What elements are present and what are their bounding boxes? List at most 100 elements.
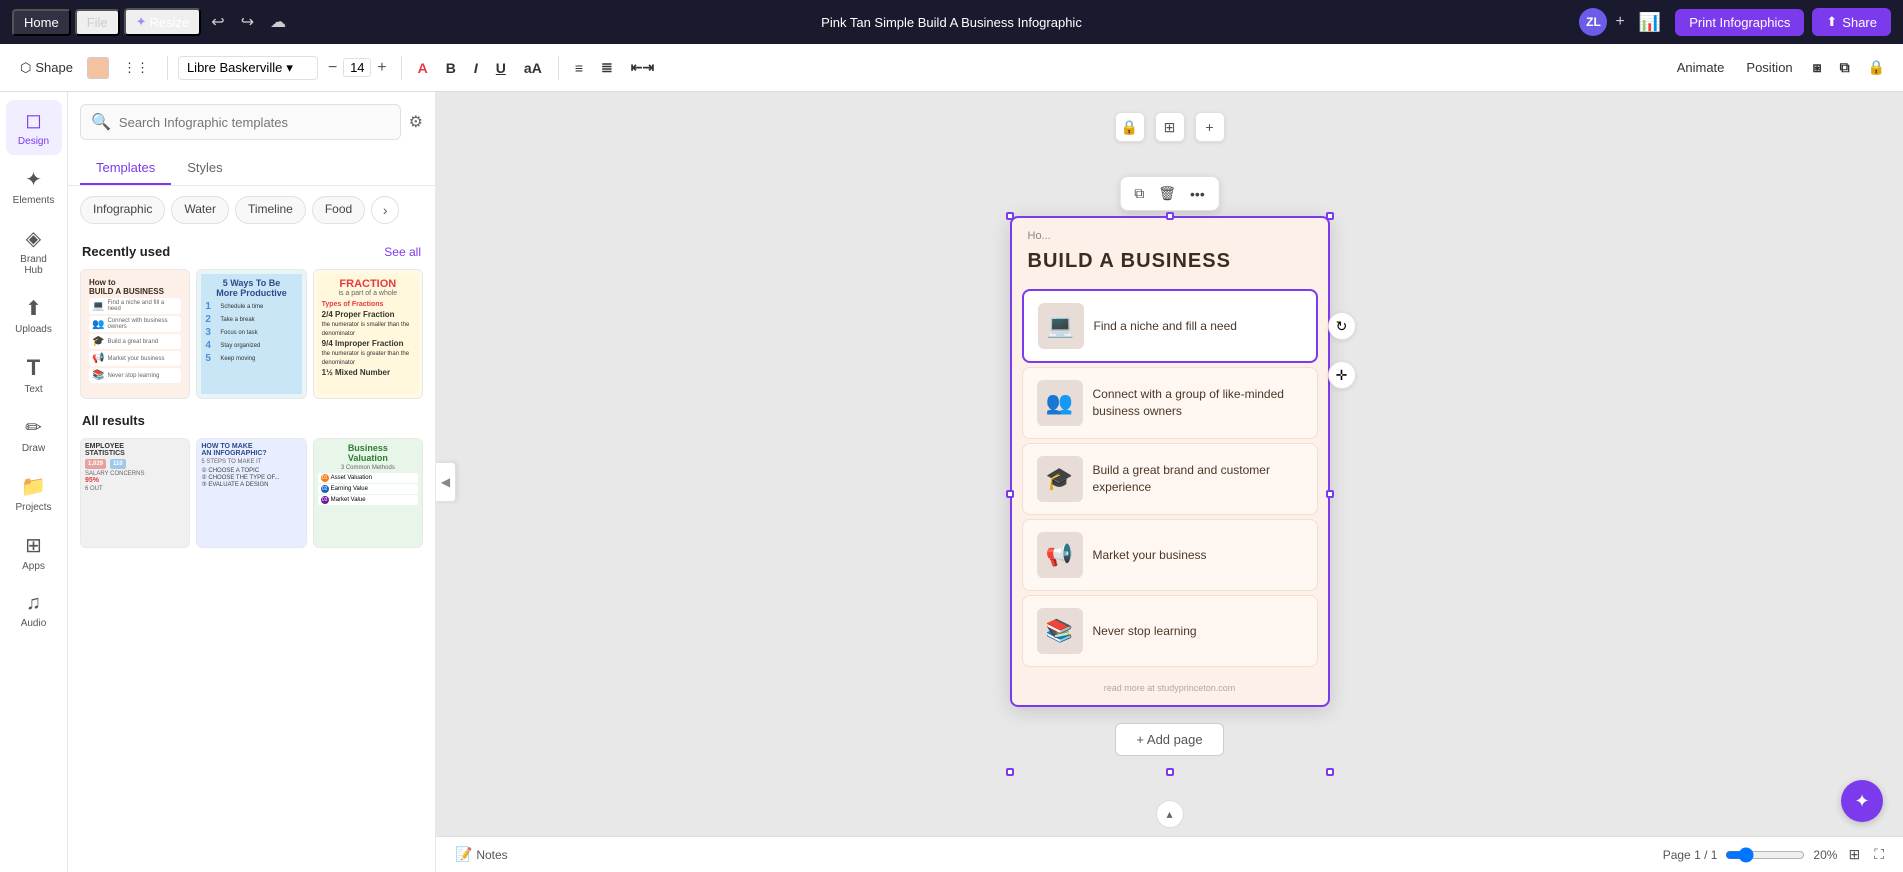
template-card-3[interactable]: FRACTION is a part of a whole Types of F…	[313, 269, 423, 399]
template-card-1[interactable]: How toBUILD A BUSINESS 💻Find a niche and…	[80, 269, 190, 399]
list-button[interactable]: ≣	[595, 56, 619, 79]
search-input[interactable]	[119, 115, 390, 130]
step-item-3[interactable]: 🎓 Build a great brand and customer exper…	[1022, 443, 1318, 515]
font-size-decrease[interactable]: −	[324, 59, 341, 77]
position-button[interactable]: Position	[1738, 55, 1800, 80]
underline-button[interactable]: U	[490, 57, 512, 79]
chip-timeline[interactable]: Timeline	[235, 196, 306, 224]
fullscreen-button[interactable]: ⛶	[1871, 843, 1887, 866]
step-item-4[interactable]: 📢 Market your business	[1022, 519, 1318, 591]
shape-button[interactable]: ⬡ Shape	[12, 55, 81, 81]
zoom-level: 20%	[1813, 848, 1837, 862]
canvas-controls-top: 🔒 ⊞ +	[1115, 112, 1225, 142]
handle-top-right[interactable]	[1326, 212, 1334, 220]
add-page-button[interactable]: + Add page	[1115, 723, 1223, 756]
font-size-increase[interactable]: +	[373, 59, 390, 77]
sidebar-item-elements[interactable]: ✦ Elements	[6, 159, 62, 214]
help-assistant-button[interactable]: ✦	[1841, 780, 1883, 822]
bottom-bar: 📝 Notes Page 1 / 1 20% ⊞ ⛶	[436, 836, 1903, 872]
sidebar-item-text[interactable]: T Text	[6, 347, 62, 403]
toolbar-right: Animate Position ⧆ ⧉ 🔒	[1669, 55, 1891, 80]
fill-color-swatch[interactable]	[87, 57, 109, 79]
handle-top-left[interactable]	[1006, 212, 1014, 220]
step-2-text: Connect with a group of like-minded busi…	[1093, 386, 1303, 420]
sidebar-item-brand-hub[interactable]: ◈ Brand Hub	[6, 218, 62, 284]
text-color-button[interactable]: A	[412, 57, 434, 79]
chips-scroll-right[interactable]: ›	[371, 196, 399, 224]
handle-mid-left[interactable]	[1006, 490, 1014, 498]
text-spacing-button[interactable]: ⇤⇥	[625, 56, 660, 79]
separator-1	[167, 56, 168, 80]
step-item-5[interactable]: 📚 Never stop learning	[1022, 595, 1318, 667]
canvas-area: ◀ 🔒 ⊞ + ⧉ 🗑 •••	[436, 92, 1903, 872]
resize-handle-button[interactable]: ⧉	[1834, 56, 1856, 79]
step-1-text: Find a niche and fill a need	[1094, 318, 1237, 335]
step-item-1[interactable]: 💻 Find a niche and fill a need ↻ ✛	[1022, 289, 1318, 363]
pattern-button[interactable]: ⧆	[1807, 56, 1828, 79]
handle-top-mid[interactable]	[1166, 212, 1174, 220]
analytics-button[interactable]: 📊	[1633, 8, 1667, 37]
tab-templates[interactable]: Templates	[80, 152, 171, 185]
sidebar-item-uploads[interactable]: ⬆ Uploads	[6, 288, 62, 343]
see-all-button[interactable]: See all	[384, 245, 421, 259]
infographic-card[interactable]: Ho... BUILD A BUSINESS 💻 Find a niche an…	[1010, 216, 1330, 707]
more-options-button[interactable]: ⋮⋮	[115, 55, 157, 81]
step-item-2[interactable]: 👥 Connect with a group of like-minded bu…	[1022, 367, 1318, 439]
lock-button[interactable]: 🔒	[1862, 56, 1891, 79]
canvas-inner[interactable]: 🔒 ⊞ + ⧉ 🗑 •••	[436, 92, 1903, 836]
bold-button[interactable]: B	[440, 57, 462, 79]
sidebar-item-apps[interactable]: ⊞ Apps	[6, 525, 62, 580]
animate-button[interactable]: Animate	[1669, 55, 1733, 80]
chip-infographic[interactable]: Infographic	[80, 196, 165, 224]
panel-scroll[interactable]: Recently used See all How toBUILD A BUSI…	[68, 234, 435, 872]
zoom-slider[interactable]	[1725, 847, 1805, 863]
handle-bottom-right[interactable]	[1326, 768, 1334, 776]
duplicate-canvas-button[interactable]: ⊞	[1155, 112, 1185, 142]
sidebar-item-design[interactable]: ◻ Design	[6, 100, 62, 155]
projects-icon: 📁	[21, 474, 46, 499]
redo-button[interactable]: ↪	[235, 8, 260, 36]
result-card-3[interactable]: BusinessValuation 3 Common Methods 01Ass…	[313, 438, 423, 548]
filter-button[interactable]: ⚙	[409, 112, 423, 132]
rotate-button[interactable]: ↻	[1328, 312, 1356, 340]
cloud-save-button[interactable]: ☁	[264, 8, 292, 36]
italic-button[interactable]: I	[468, 57, 484, 79]
tab-home[interactable]: Home	[12, 9, 71, 36]
templates-panel: 🔍 ⚙ Templates Styles Infographic Water T…	[68, 92, 436, 872]
handle-mid-right[interactable]	[1326, 490, 1334, 498]
case-button[interactable]: aA	[518, 57, 548, 79]
scroll-up-button[interactable]: ▴	[1156, 800, 1184, 828]
all-results-header: All results	[68, 403, 435, 434]
template-card-2[interactable]: 5 Ways To BeMore Productive 1Schedule a …	[196, 269, 306, 399]
sidebar-item-draw[interactable]: ✏ Draw	[6, 407, 62, 462]
align-button[interactable]: ≡	[569, 57, 589, 79]
tab-file[interactable]: File	[75, 9, 120, 36]
handle-bottom-mid[interactable]	[1166, 768, 1174, 776]
tab-resize[interactable]: ✦ Resize	[124, 8, 202, 36]
more-element-button[interactable]: •••	[1184, 182, 1211, 206]
copy-element-button[interactable]: ⧉	[1128, 181, 1150, 206]
chip-water[interactable]: Water	[171, 196, 229, 224]
separator-2	[401, 56, 402, 80]
delete-element-button[interactable]: 🗑	[1152, 181, 1182, 206]
notes-icon: 📝	[455, 846, 472, 862]
uploads-icon: ⬆	[25, 296, 42, 321]
grid-view-button[interactable]: ⊞	[1845, 843, 1863, 866]
font-selector[interactable]: Libre Baskerville ▾	[178, 56, 318, 80]
share-button[interactable]: ⬆ Share	[1812, 8, 1891, 36]
notes-button[interactable]: 📝 Notes	[452, 843, 511, 866]
result-card-2[interactable]: HOW TO MAKEAN INFOGRAPHIC? 5 STEPS TO MA…	[196, 438, 306, 548]
lock-canvas-button[interactable]: 🔒	[1115, 112, 1145, 142]
sidebar-item-projects[interactable]: 📁 Projects	[6, 466, 62, 521]
undo-button[interactable]: ↩	[205, 8, 230, 36]
sidebar-item-audio[interactable]: ♫ Audio	[6, 584, 62, 637]
add-page-top-button[interactable]: +	[1195, 112, 1225, 142]
search-box[interactable]: 🔍	[80, 104, 401, 140]
chip-food[interactable]: Food	[312, 196, 365, 224]
print-infographics-button[interactable]: Print Infographics	[1675, 9, 1804, 36]
add-collaborator-button[interactable]: +	[1615, 13, 1624, 31]
result-card-1[interactable]: EMPLOYEESTATISTICS 1,029 110 SALARY CONC…	[80, 438, 190, 548]
handle-bottom-left[interactable]	[1006, 768, 1014, 776]
tab-styles[interactable]: Styles	[171, 152, 238, 185]
move-button[interactable]: ✛	[1328, 361, 1356, 389]
